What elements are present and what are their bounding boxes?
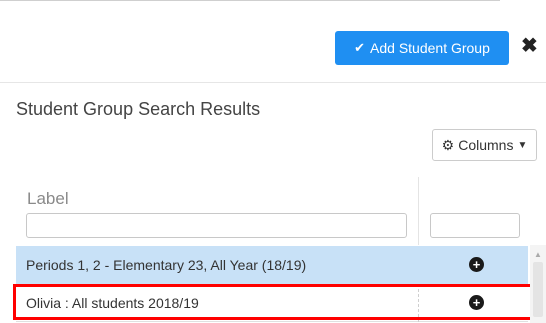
add-student-group-button[interactable]: ✔ Add Student Group [335,31,509,65]
columns-button-label: Columns [458,137,514,153]
row-label: Periods 1, 2 - Elementary 23, All Year (… [26,257,307,273]
check-icon: ✔ [354,40,366,55]
row-label: Olivia : All students 2018/19 [26,295,199,311]
columns-button[interactable]: ⚙ Columns ▼ [432,129,537,161]
modal-header: ✔ Add Student Group ✖ [0,0,546,82]
cell-divider [418,284,420,322]
label-filter-input[interactable] [26,213,407,238]
close-icon[interactable]: ✖ [521,34,538,58]
table-row[interactable]: Olivia : All students 2018/19 + [16,284,528,322]
add-student-group-label: Add Student Group [370,40,490,56]
plus-circle-icon[interactable]: + [469,295,484,310]
scroll-up-icon[interactable]: ▲ [534,250,542,259]
plus-circle-icon[interactable]: + [469,257,484,272]
caret-down-icon: ▼ [517,139,528,151]
results-title: Student Group Search Results [16,99,261,119]
column-divider [418,177,419,245]
gear-icon: ⚙ [441,136,455,153]
table-row[interactable]: Periods 1, 2 - Elementary 23, All Year (… [16,246,528,284]
column-header-label: Label [27,189,69,208]
scrollbar-thumb[interactable] [533,262,543,317]
header-divider [0,82,546,83]
action-filter-input[interactable] [430,213,520,238]
